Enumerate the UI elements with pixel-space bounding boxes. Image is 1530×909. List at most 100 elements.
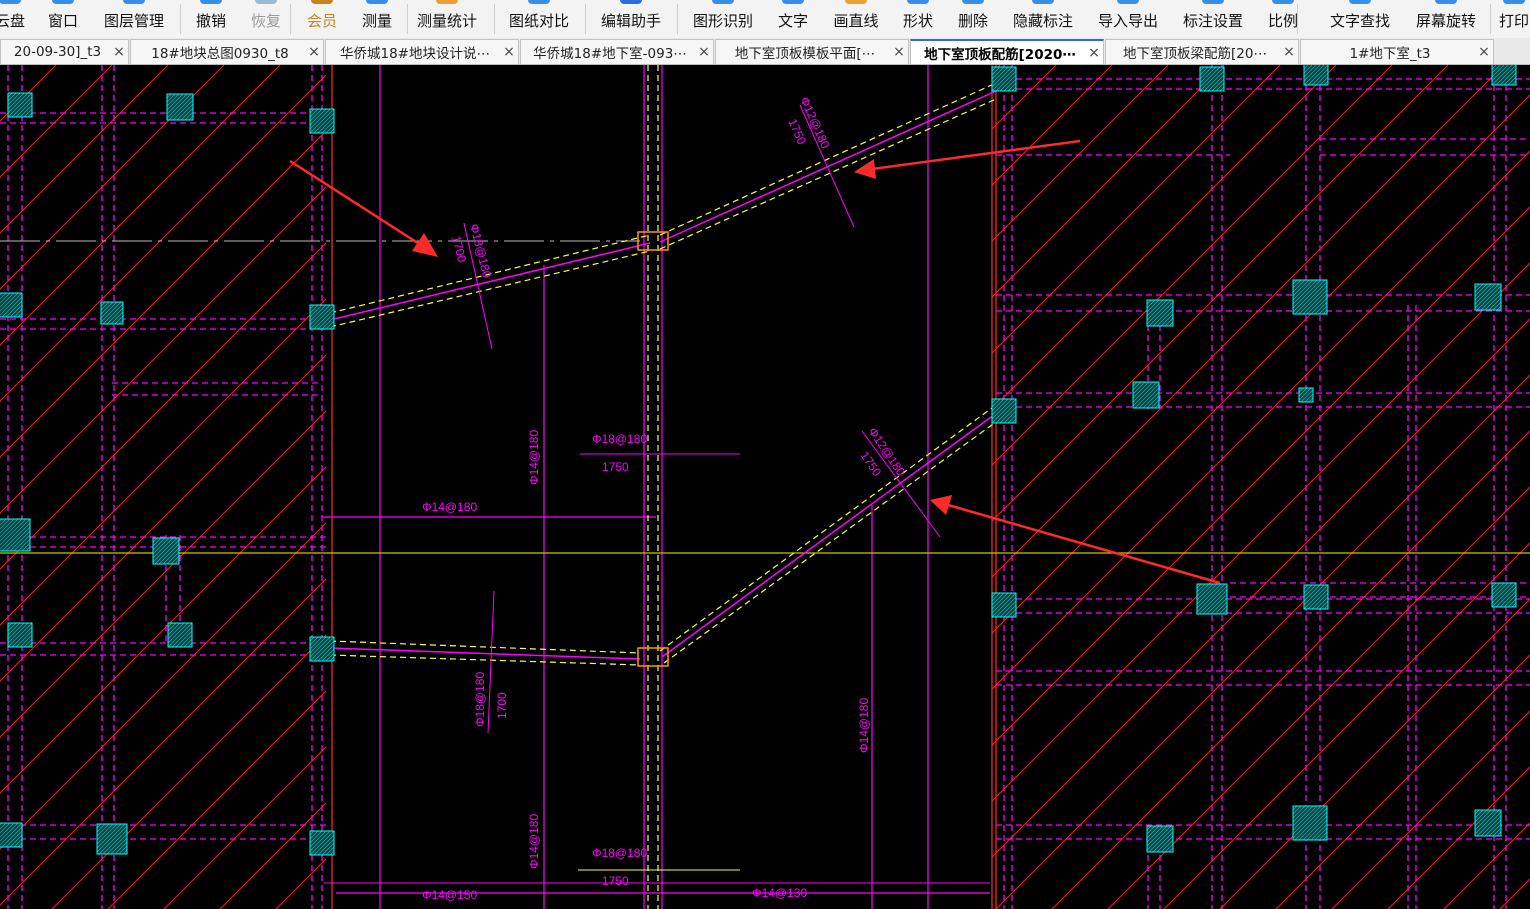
- column: [1303, 65, 1329, 86]
- toolbar-button-4[interactable]: 恢复: [236, 0, 296, 38]
- import-export-icon: [1117, 0, 1139, 4]
- document-tab-bar: 20-09-30]_t3 × 18#地块总图0930_t8 × 华侨城18#地块设计说⋯…: [0, 38, 1530, 65]
- drawing-canvas[interactable]: Φ18@180 1700 Φ12@180 1750 Φ12@180 1750 Φ…: [0, 65, 1530, 909]
- hatch-line: [0, 354, 326, 682]
- close-icon[interactable]: ×: [1280, 44, 1298, 60]
- toolbar-button-3[interactable]: 撤销: [181, 0, 241, 38]
- toolbar-button-5[interactable]: 会员: [292, 0, 352, 38]
- close-icon[interactable]: ×: [1475, 44, 1493, 60]
- column: [1196, 583, 1228, 615]
- toolbar-button-label: 屏幕旋转: [1416, 12, 1477, 30]
- center-rebar-lines: [322, 65, 990, 909]
- toolbar-button-20[interactable]: 屏幕旋转: [1416, 0, 1476, 38]
- hatch-right-zone: [992, 65, 1530, 909]
- toolbar-button-7[interactable]: 测量统计: [417, 0, 477, 38]
- document-tab-2[interactable]: 华侨城18#地块设计说⋯ ×: [325, 39, 519, 64]
- column: [309, 108, 335, 134]
- toolbar-button-9[interactable]: 编辑助手: [601, 0, 661, 38]
- column: [0, 822, 23, 848]
- document-tab-0[interactable]: 20-09-30]_t3 ×: [0, 39, 129, 64]
- hide-annotation-icon: [1032, 0, 1054, 4]
- column-outline: [1303, 65, 1329, 86]
- close-icon[interactable]: ×: [890, 44, 908, 60]
- toolbar-separator: [180, 4, 181, 34]
- toolbar-button-label: 编辑助手: [601, 12, 662, 30]
- hatch-left-zone: [0, 65, 1530, 909]
- column: [1199, 66, 1225, 92]
- toolbar-button-label: 测量统计: [417, 12, 478, 30]
- hatch-line: [219, 802, 326, 909]
- hatch-line: [995, 374, 1530, 909]
- toolbar-button-11[interactable]: 文字: [763, 0, 823, 38]
- toolbar-button-label: 导入导出: [1098, 12, 1159, 30]
- close-icon[interactable]: ×: [500, 44, 518, 60]
- column: [1132, 381, 1160, 409]
- toolbar-button-16[interactable]: 导入导出: [1098, 0, 1158, 38]
- hatch-line: [556, 65, 1400, 909]
- document-tab-1[interactable]: 18#地块总图0930_t8 ×: [130, 39, 324, 64]
- hatch-line: [0, 65, 113, 178]
- document-tab-3[interactable]: 华侨城18#地下室-093⋯ ×: [520, 39, 714, 64]
- cad-drawing[interactable]: Φ18@180 1700 Φ12@180 1750 Φ12@180 1750 Φ…: [0, 65, 1530, 909]
- column: [1292, 279, 1328, 315]
- toolbar-button-label: 云盘: [0, 12, 25, 30]
- label-rebar-v-bottom: Φ14@180: [527, 814, 541, 869]
- column: [100, 301, 124, 325]
- close-icon[interactable]: ×: [305, 44, 323, 60]
- hatch-line: [332, 65, 1176, 909]
- close-icon[interactable]: ×: [695, 44, 713, 60]
- tab-title: 18#地块总图0930_t8: [151, 46, 289, 62]
- toolbar-separator: [585, 4, 586, 34]
- label-len-ll: 1700: [449, 234, 469, 264]
- hatch-line: [612, 65, 1456, 909]
- tab-title: 地下室顶板配筋[2020⋯: [924, 46, 1076, 63]
- cloud-icon: [0, 0, 21, 4]
- label-rebar-bottom-130: Φ14@130: [752, 886, 807, 900]
- toolbar-button-17[interactable]: 标注设置: [1183, 0, 1243, 38]
- document-tab-7[interactable]: 1#地下室_t3 ×: [1300, 39, 1494, 64]
- toolbar-button-8[interactable]: 图纸对比: [509, 0, 569, 38]
- shape-icon: [907, 0, 929, 4]
- hatch-line: [0, 130, 326, 458]
- hatch-line: [1275, 654, 1530, 909]
- toolbar-button-1[interactable]: 窗口: [33, 0, 93, 38]
- column-outline: [1292, 279, 1328, 315]
- column: [1146, 825, 1174, 853]
- toolbar-button-6[interactable]: 测量: [347, 0, 407, 38]
- tab-title: 20-09-30]_t3: [13, 44, 102, 60]
- vip-icon: [311, 0, 333, 4]
- rebar-labels: Φ18@180 1700 Φ12@180 1750 Φ12@180 1750 Φ…: [422, 95, 908, 902]
- hatch-line: [51, 634, 326, 909]
- toolbar-button-label: 标注设置: [1183, 12, 1244, 30]
- toolbar-button-10[interactable]: 图形识别: [693, 0, 753, 38]
- toolbar-separator: [290, 4, 291, 34]
- toolbar-button-label: 形状: [902, 12, 933, 30]
- tab-title: 华侨城18#地块设计说⋯: [340, 46, 490, 62]
- document-tab-6[interactable]: 地下室顶板梁配筋[20⋯ ×: [1105, 39, 1299, 64]
- hatch-line: [724, 65, 1530, 909]
- close-icon[interactable]: ×: [110, 44, 128, 60]
- toolbar-button-15[interactable]: 隐藏标注: [1013, 0, 1073, 38]
- hatch-line: [0, 74, 326, 402]
- hatch-line: [163, 746, 326, 909]
- toolbar-button-label: 打印: [1498, 12, 1529, 30]
- column: [991, 66, 1017, 92]
- toolbar-button-2[interactable]: 图层管理: [104, 0, 164, 38]
- toolbar-button-label: 撤销: [195, 12, 226, 30]
- toolbar-button-14[interactable]: 删除: [943, 0, 1003, 38]
- document-tab-4[interactable]: 地下室顶板模板平面[⋯ ×: [715, 39, 909, 64]
- measure-stats-icon: [436, 0, 458, 4]
- close-icon[interactable]: ×: [1085, 45, 1103, 61]
- hatch-line: [275, 858, 326, 909]
- column: [991, 398, 1017, 424]
- document-tab-5[interactable]: 地下室顶板配筋[2020⋯ ×: [910, 39, 1104, 64]
- toolbar-button-19[interactable]: 文字查找: [1330, 0, 1390, 38]
- toolbar-button-12[interactable]: 画直线: [826, 0, 886, 38]
- main-toolbar: 云盘 窗口 图层管理 撤销 恢复 会员 测量 测量统计 图纸对比 编辑助手 图形识别 文字 画直线 形状 删…: [0, 0, 1530, 38]
- toolbar-button-18[interactable]: 比例: [1253, 0, 1313, 38]
- column: [166, 93, 194, 121]
- column: [0, 518, 31, 552]
- toolbar-button-label: 文字查找: [1330, 12, 1391, 30]
- toolbar-button-13[interactable]: 形状: [888, 0, 948, 38]
- hatch-line: [992, 65, 1337, 410]
